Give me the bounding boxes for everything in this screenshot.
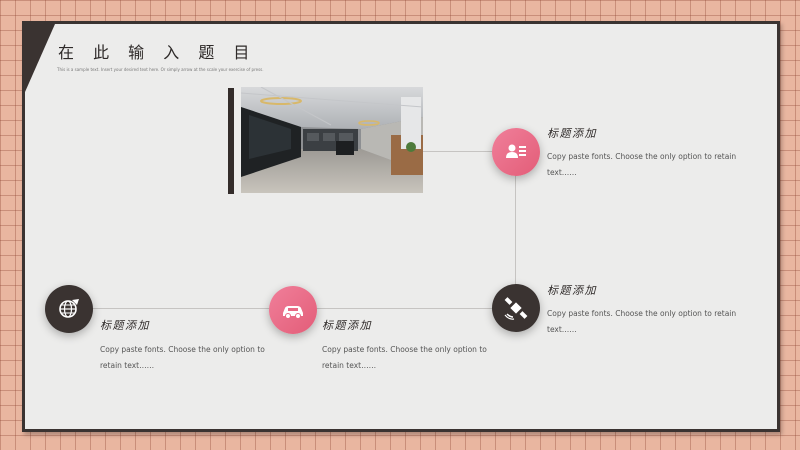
item-1-description: Copy paste fonts. Choose the only option… [547, 152, 737, 177]
item-3-heading: 标题添加 [322, 319, 372, 332]
slide-title: 在 此 输 入 题 目 [58, 43, 257, 62]
satellite-icon [504, 297, 528, 320]
item-2-icon-badge [492, 284, 540, 332]
slide-subtitle: This is a sample text. Insert your desir… [57, 67, 264, 72]
item-2-heading: 标题添加 [547, 284, 597, 297]
corner-decoration [25, 24, 55, 92]
slide: 在 此 输 入 题 目 This is a sample text. Inser… [22, 21, 780, 432]
item-1-heading: 标题添加 [547, 127, 597, 140]
item-1-icon-badge [492, 128, 540, 176]
item-4-heading: 标题添加 [100, 319, 150, 332]
item-3-icon-badge [269, 286, 317, 334]
id-card-icon [506, 144, 526, 158]
globe-icon [59, 299, 79, 318]
office-interior-image [241, 87, 423, 193]
item-4-icon-badge [45, 285, 93, 333]
item-3-description: Copy paste fonts. Choose the only option… [322, 345, 487, 370]
office-photo [241, 87, 423, 193]
item-2-description: Copy paste fonts. Choose the only option… [547, 309, 737, 334]
car-icon [283, 306, 303, 319]
item-4-description: Copy paste fonts. Choose the only option… [100, 345, 265, 370]
photo-accent-bar [228, 88, 234, 194]
